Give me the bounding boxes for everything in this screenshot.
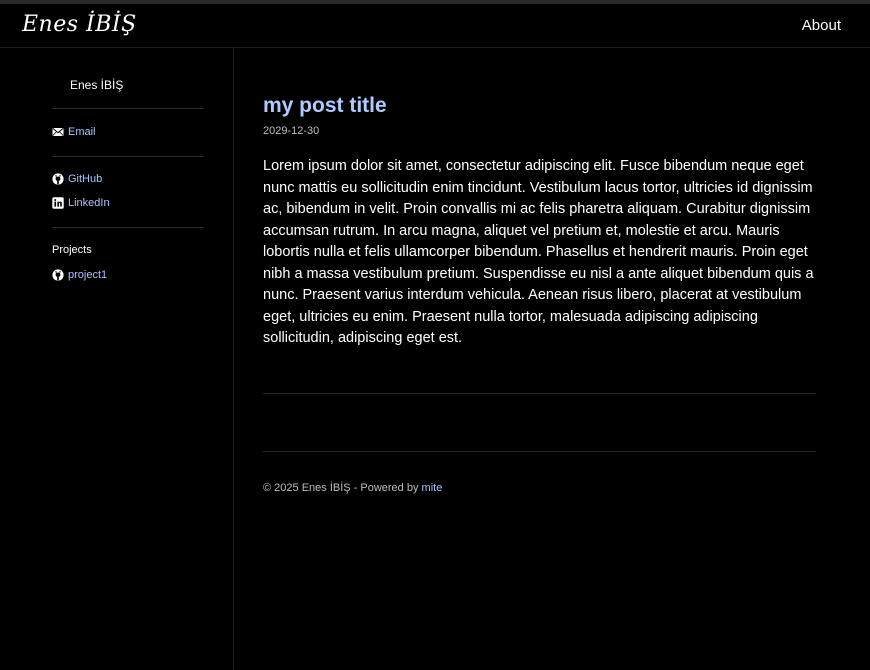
sidebar-github-label: GitHub	[68, 173, 103, 185]
sidebar-email-link[interactable]: Email	[52, 126, 96, 138]
post-body: Lorem ipsum dolor sit amet, consectetur …	[263, 158, 814, 346]
post-date: 2029-12-30	[263, 125, 320, 137]
sidebar-divider	[52, 108, 204, 109]
site-brand-link[interactable]: Enes İBİŞ	[22, 12, 137, 37]
footer-copyright: © 2025 Enes İBİŞ - Powered by	[263, 482, 419, 494]
envelope-icon	[52, 126, 64, 138]
footer-powered-link[interactable]: mite	[422, 482, 443, 494]
github-icon	[52, 173, 64, 185]
sidebar-project1-label: project1	[68, 269, 108, 281]
sidebar-github-link[interactable]: GitHub	[52, 173, 102, 185]
sidebar-linkedin-link[interactable]: LinkedIn	[52, 197, 110, 209]
sidebar-email-label: Email	[68, 126, 96, 138]
github-icon	[52, 269, 64, 281]
content-divider	[263, 393, 816, 394]
sidebar-linkedin-label: LinkedIn	[68, 197, 110, 209]
sidebar: Enes İBİŞ Email GitHub LinkedIn Projects	[0, 48, 234, 670]
post-title: my post title	[263, 94, 387, 117]
nav-about-link[interactable]: About	[802, 17, 841, 34]
site-header: Enes İBİŞ About	[0, 4, 870, 48]
sidebar-projects-heading: Projects	[52, 244, 92, 256]
sidebar-divider	[52, 156, 204, 157]
linkedin-icon	[52, 197, 64, 209]
site-footer: © 2025 Enes İBİŞ - Powered by mite	[263, 482, 442, 494]
sidebar-project1-link[interactable]: project1	[52, 269, 107, 281]
sidebar-author-name: Enes İBİŞ	[70, 78, 124, 92]
sidebar-divider	[52, 227, 204, 228]
footer-divider	[263, 451, 816, 452]
